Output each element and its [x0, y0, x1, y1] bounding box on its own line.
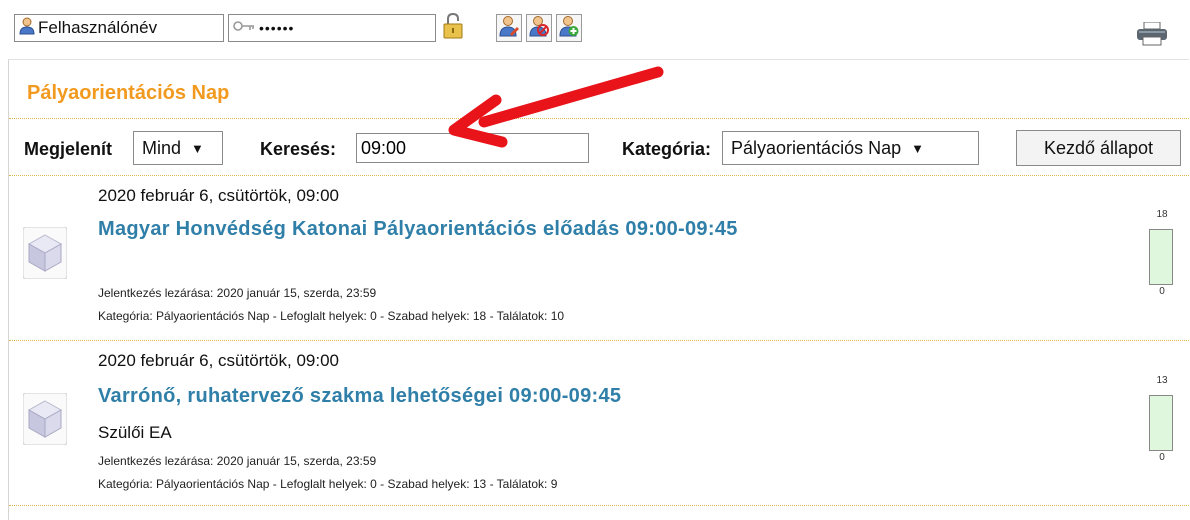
key-icon — [233, 18, 255, 38]
user-remove-button[interactable] — [526, 14, 552, 42]
user-add-button[interactable] — [556, 14, 582, 42]
annotation-arrow-icon — [448, 66, 664, 148]
event-title-link[interactable]: Varrónő, ruhatervező szakma lehetőségei … — [98, 385, 621, 408]
event-details: Kategória: Pályaorientációs Nap - Lefogl… — [98, 477, 558, 491]
username-placeholder: Felhasználónév — [38, 18, 158, 37]
print-button[interactable] — [1135, 21, 1169, 46]
display-select[interactable]: Mind ▼ — [133, 131, 223, 165]
user-icon — [19, 17, 35, 40]
user-edit-button[interactable] — [496, 14, 522, 42]
chevron-down-icon: ▼ — [191, 140, 204, 156]
divider — [9, 505, 1189, 506]
username-field[interactable]: Felhasználónév — [14, 14, 224, 42]
gauge-max: 13 — [1156, 375, 1168, 386]
password-field[interactable]: •••••• — [228, 14, 436, 42]
section-title: Pályaorientációs Nap — [27, 82, 230, 104]
login-bar: Felhasználónév •••••• — [14, 12, 582, 44]
availability-gauge — [1149, 229, 1173, 285]
cube-icon — [22, 392, 68, 446]
availability-gauge — [1149, 395, 1173, 451]
category-select-value: Pályaorientációs Nap — [731, 137, 902, 158]
padlock-open-icon — [442, 12, 464, 44]
chevron-down-icon: ▼ — [911, 140, 924, 156]
login-button[interactable] — [440, 12, 466, 44]
event-item: 2020 február 6, csütörtök, 09:00 Magyar … — [9, 175, 1189, 340]
gauge-min: 0 — [1159, 286, 1165, 297]
gauge-min: 0 — [1159, 452, 1165, 463]
event-item: 2020 február 6, csütörtök, 09:00 Varrónő… — [9, 340, 1189, 505]
search-label: Keresés: — [260, 139, 337, 159]
event-title-link[interactable]: Magyar Honvédség Katonai Pályaorientáció… — [98, 218, 738, 241]
event-subtitle: Szülői EA — [98, 423, 172, 442]
password-value: •••••• — [259, 20, 295, 36]
display-label: Megjelenít — [24, 139, 113, 159]
event-details: Kategória: Pályaorientációs Nap - Lefogl… — [98, 309, 565, 323]
cube-icon — [22, 226, 68, 280]
user-edit-icon — [499, 15, 519, 42]
display-select-value: Mind — [142, 137, 182, 158]
event-deadline: Jelentkezés lezárása: 2020 január 15, sz… — [98, 286, 377, 300]
user-remove-icon — [529, 15, 549, 42]
printer-icon — [1135, 21, 1169, 51]
event-deadline: Jelentkezés lezárása: 2020 január 15, sz… — [98, 454, 377, 468]
event-date: 2020 február 6, csütörtök, 09:00 — [98, 351, 339, 370]
user-add-icon — [559, 15, 579, 42]
event-date: 2020 február 6, csütörtök, 09:00 — [98, 186, 339, 205]
reset-button[interactable]: Kezdő állapot — [1016, 130, 1181, 166]
gauge-max: 18 — [1156, 209, 1168, 220]
category-select[interactable]: Pályaorientációs Nap ▼ — [722, 131, 979, 165]
